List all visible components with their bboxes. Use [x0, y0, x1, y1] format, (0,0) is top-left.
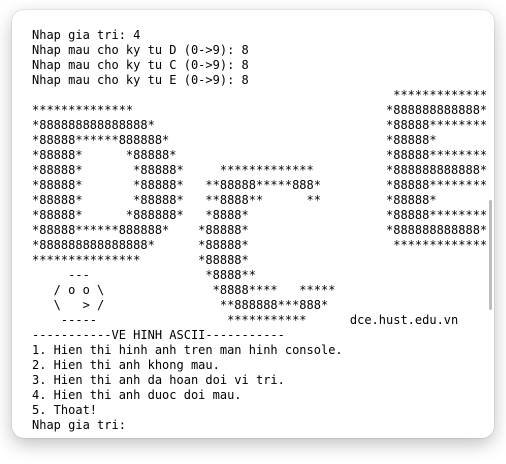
menu-item: 4. Hien thi anh duoc doi mau.: [32, 388, 242, 402]
scrollbar[interactable]: [489, 200, 492, 310]
console-window: Nhap gia tri: 4 Nhap mau cho ky tu D (0-…: [12, 10, 494, 438]
ascii-art-line: *888888888888888* *88888* *************: [32, 238, 488, 252]
ascii-art-line: --- *8888**: [32, 268, 256, 282]
ascii-art-line: *88888* *88888* *88888********: [32, 148, 488, 162]
ascii-art-line: *88888******888888* *88888*: [32, 133, 437, 147]
menu-item: 3. Hien thi anh da hoan doi vi tri.: [32, 373, 285, 387]
input-prompt[interactable]: Nhap gia tri:: [32, 418, 494, 433]
ascii-art-line: *88888******888888* *88888* *88888888888…: [32, 223, 488, 237]
console-line: Nhap mau cho ky tu E (0->9): 8: [32, 73, 249, 87]
console-output: Nhap gia tri: 4 Nhap mau cho ky tu D (0-…: [12, 10, 494, 438]
menu-item: 1. Hien thi hinh anh tren man hinh conso…: [32, 343, 343, 357]
ascii-art-line: *************** *88888*: [32, 253, 249, 267]
ascii-art-line: / o o \ *8888**** *****: [32, 283, 336, 297]
ascii-art-line: *88888* *88888* **8888** ** *88888*: [32, 193, 437, 207]
menu-item: 2. Hien thi anh khong mau.: [32, 358, 220, 372]
menu-title: -----------VE HINH ASCII-----------: [32, 328, 285, 342]
ascii-art-line: *88888* *888888* *8888* *88888********: [32, 208, 488, 222]
menu-item: 5. Thoat!: [32, 403, 98, 417]
ascii-art-line: \ > / **888888***888*: [32, 298, 329, 312]
ascii-art-line: *888888888888888* *88888********: [32, 118, 488, 132]
ascii-art-line: *************: [32, 88, 488, 102]
ascii-art-line: ----- *********** dce.hust.edu.vn: [32, 313, 459, 327]
ascii-art-line: *88888* *88888* **88888*****888* *88888*…: [32, 178, 488, 192]
console-line: Nhap mau cho ky tu D (0->9): 8: [32, 43, 249, 57]
console-line: Nhap mau cho ky tu C (0->9): 8: [32, 58, 249, 72]
console-line: Nhap gia tri: 4: [32, 28, 141, 42]
ascii-art-line: *88888* *88888* ************* *888888888…: [32, 163, 488, 177]
ascii-art-line: ************** *888888888888*: [32, 103, 488, 117]
